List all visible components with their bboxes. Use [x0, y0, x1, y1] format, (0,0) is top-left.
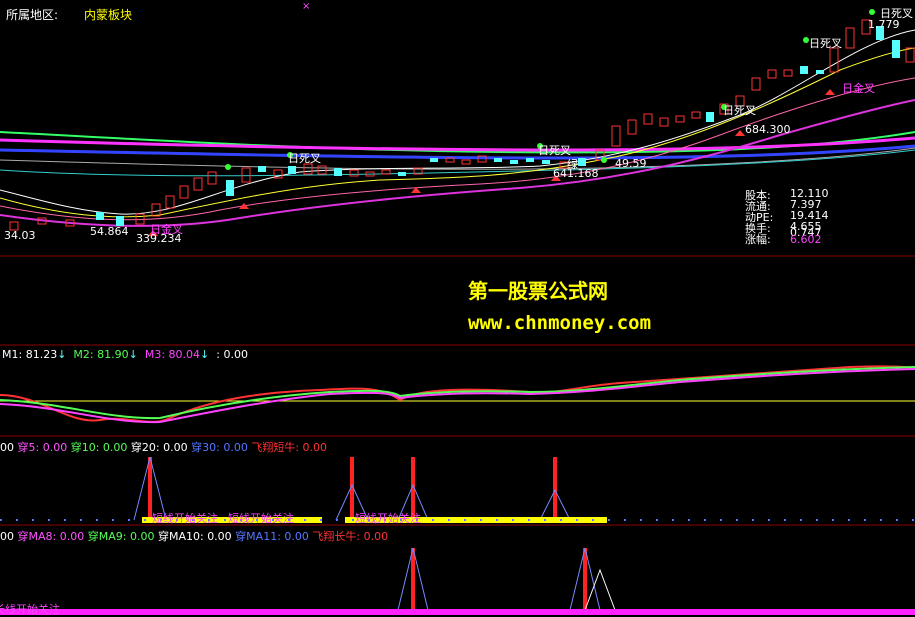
ma-short-magenta	[0, 99, 915, 227]
death-cross-label-1: 日死叉	[288, 152, 321, 165]
short-panel-header: 00 穿5: 0.00 穿10: 0.00 穿20: 0.00 穿30: 0.0…	[0, 439, 327, 455]
signal-label-b: 49.59	[615, 157, 647, 170]
long-magenta-bar	[0, 609, 915, 615]
m2-value: 81.90	[97, 348, 129, 361]
short-item-4: 飞翔短牛: 0.00	[251, 441, 328, 454]
long-item-2: 穿MA10: 0.00	[157, 530, 232, 543]
stat-label-4: 涨幅:	[745, 233, 771, 246]
short-item-0: 穿5: 0.00	[17, 441, 68, 454]
m3-value: 80.04	[168, 348, 201, 361]
watermark-url[interactable]: www.chnmoney.com	[468, 312, 651, 334]
long-spikes	[397, 547, 616, 611]
chart-graphics	[0, 9, 915, 615]
long-item-1: 穿MA9: 0.00	[87, 530, 155, 543]
m2-arrow-icon: ↓	[128, 348, 138, 361]
m1-arrow-icon: ↓	[57, 348, 67, 361]
gold-cross-label-2: 日金叉	[842, 82, 875, 95]
short-focus-label-1: 短线开始关注	[152, 512, 218, 525]
price-label-684: 684.300	[745, 123, 791, 136]
price-label-34: 34.03	[4, 229, 36, 242]
m4-label: :	[216, 348, 220, 361]
long-focus-label: 长线开始关注	[0, 603, 60, 616]
m2-label: M2:	[73, 348, 94, 361]
price-label-54: 54.864	[90, 225, 129, 238]
short-item-2: 穿20: 0.00	[130, 441, 188, 454]
long-item-3: 穿MA11: 0.00	[235, 530, 309, 543]
long-prefix: 00	[0, 530, 14, 543]
death-cross-label-4: 日死叉	[809, 37, 842, 50]
long-item-0: 穿MA8: 0.00	[17, 530, 85, 543]
short-item-3: 穿30: 0.00	[191, 441, 248, 454]
death-cross-label-3: 日死叉	[723, 104, 756, 117]
m3-arrow-icon: ↓	[200, 348, 210, 361]
short-item-1: 穿10: 0.00	[70, 441, 128, 454]
m1-label: M1:	[2, 348, 23, 361]
signal-label-a: 绿	[567, 158, 578, 171]
gold-cross-label-1: 日金叉	[150, 223, 183, 236]
stat-value-5: 6.602	[790, 233, 822, 246]
watermark-title: 第一股票公式网	[468, 279, 608, 303]
long-panel-header: 00 穿MA8: 0.00 穿MA9: 0.00 穿MA10: 0.00 穿MA…	[0, 528, 388, 544]
death-cross-label-5: 日死叉	[880, 7, 913, 20]
m1-value: 81.23	[25, 348, 58, 361]
short-focus-label-3: 短线开始关注	[355, 512, 421, 525]
m-panel-header: M1: 81.23↓ M2: 81.90↓ M3: 80.04↓ : 0.00	[2, 348, 248, 361]
short-prefix: 00	[0, 441, 14, 454]
long-item-4: 飞翔长牛: 0.00	[312, 530, 389, 543]
m4-value: 0.00	[223, 348, 248, 361]
m3-line	[0, 368, 915, 424]
m3-label: M3:	[144, 348, 166, 361]
short-focus-label-2: 短线开始关注	[228, 512, 294, 525]
